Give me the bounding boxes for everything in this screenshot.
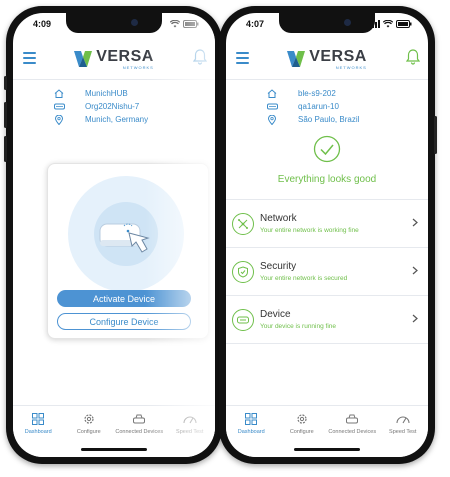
org-name: qa1arun-10 <box>298 102 339 111</box>
camera-icon <box>131 19 138 26</box>
location-row: Munich, Germany <box>13 113 215 126</box>
tab-dashboard[interactable]: Dashboard <box>226 412 277 457</box>
tab-dashboard-label: Dashboard <box>237 429 265 435</box>
power-button <box>434 116 437 154</box>
site-name-row: ble-s9-202 <box>226 87 428 100</box>
device-icon <box>237 316 249 323</box>
activation-card: Activate Device Configure Device <box>47 163 209 339</box>
battery-icon <box>396 20 412 28</box>
location-pin-icon <box>55 114 63 125</box>
network-title: Network <box>260 213 297 224</box>
notch <box>279 13 375 33</box>
status-time: 4:09 <box>33 19 52 29</box>
volume-down-button <box>4 136 7 162</box>
home-indicator[interactable] <box>294 448 360 451</box>
chevron-right-icon <box>412 314 418 323</box>
brand-sub: NETWORKS <box>122 64 154 70</box>
screen-left: 4:09 VERSA NETWORKS MunichHUB Org202Nish… <box>13 13 215 457</box>
gear-icon <box>84 414 94 424</box>
bell-icon[interactable] <box>193 49 207 65</box>
tab-configure-label: Configure <box>76 429 101 435</box>
chevron-right-icon <box>412 266 418 275</box>
org-row: Org202Nishu-7 <box>13 100 215 113</box>
camera-icon <box>344 19 351 26</box>
phone-left: 4:09 VERSA NETWORKS MunichHUB Org202Nish… <box>4 6 224 464</box>
status-list: Network Your entire network is working f… <box>226 199 428 344</box>
security-status-item[interactable]: Security Your entire network is secured <box>226 248 428 296</box>
router-icon <box>266 103 278 110</box>
dashboard-icon <box>245 413 258 425</box>
location: Munich, Germany <box>85 115 149 124</box>
tab-speed-test-label: Speed Test <box>389 429 417 435</box>
network-subtitle: Your entire network is working fine <box>260 227 359 234</box>
device-subtitle: Your device is running fine <box>260 323 337 330</box>
tab-dashboard-label: Dashboard <box>24 429 52 435</box>
site-name-row: MunichHUB <box>13 87 215 100</box>
org-row: qa1arun-10 <box>226 100 428 113</box>
site-name: MunichHUB <box>85 89 128 98</box>
speedometer-icon <box>183 416 197 424</box>
brand-sub: NETWORKS <box>335 64 367 70</box>
security-subtitle: Your entire network is secured <box>260 275 348 282</box>
home-icon <box>54 89 64 98</box>
bell-icon[interactable] <box>406 49 420 65</box>
tab-speed-test[interactable]: Speed Test <box>165 412 216 457</box>
tab-configure-label: Configure <box>289 429 314 435</box>
location: São Paulo, Brazil <box>298 115 360 124</box>
brand-name: VERSA <box>96 47 154 65</box>
screen-right: 4:07 VERSA NETWORKS ble-s9-202 qa1arun-1… <box>226 13 428 457</box>
check-circle-icon <box>313 135 341 163</box>
volume-up-button <box>4 102 7 128</box>
dashboard-icon <box>32 413 45 425</box>
app-header: VERSA NETWORKS <box>13 39 215 80</box>
speedometer-icon <box>396 416 410 424</box>
brand-name: VERSA <box>309 47 367 65</box>
tab-dashboard[interactable]: Dashboard <box>13 412 64 457</box>
hamburger-menu-icon[interactable] <box>236 52 249 64</box>
tab-connected-devices-label: Connected Devices <box>328 429 377 435</box>
org-name: Org202Nishu-7 <box>85 102 140 111</box>
mute-switch <box>4 76 7 90</box>
versa-v-logo-icon <box>74 51 93 67</box>
wifi-icon <box>170 20 180 28</box>
versa-logo: VERSA NETWORKS <box>287 47 367 70</box>
versa-v-logo-icon <box>287 51 306 67</box>
home-indicator[interactable] <box>81 448 147 451</box>
device-status-item[interactable]: Device Your device is running fine <box>226 296 428 344</box>
wifi-icon <box>383 20 393 28</box>
network-status-item[interactable]: Network Your entire network is working f… <box>226 200 428 248</box>
hamburger-menu-icon[interactable] <box>23 52 36 64</box>
phone-right: 4:07 VERSA NETWORKS ble-s9-202 qa1arun-1… <box>219 6 437 464</box>
home-icon <box>267 89 277 98</box>
network-icon <box>238 218 248 229</box>
devices-icon <box>346 414 359 424</box>
tab-speed-test[interactable]: Speed Test <box>378 412 429 457</box>
site-name: ble-s9-202 <box>298 89 336 98</box>
devices-icon <box>133 414 146 424</box>
notch <box>66 13 162 33</box>
health-message: Everything looks good <box>277 174 377 185</box>
location-row: São Paulo, Brazil <box>226 113 428 126</box>
status-time: 4:07 <box>246 19 265 29</box>
device-touch-icon <box>99 223 150 253</box>
router-icon <box>53 103 65 110</box>
versa-logo: VERSA NETWORKS <box>74 47 154 70</box>
site-info: MunichHUB Org202Nishu-7 Munich, Germany <box>13 87 215 126</box>
app-header: VERSA NETWORKS <box>226 39 428 80</box>
shield-icon <box>238 265 248 278</box>
gear-icon <box>297 414 307 424</box>
location-pin-icon <box>268 114 276 125</box>
tab-speed-test-label: Speed Test <box>176 429 204 435</box>
battery-icon <box>183 20 199 28</box>
site-info: ble-s9-202 qa1arun-10 São Paulo, Brazil <box>226 87 428 126</box>
tab-connected-devices-label: Connected Devices <box>115 429 164 435</box>
device-title: Device <box>260 309 291 320</box>
configure-device-button[interactable]: Configure Device <box>57 313 191 330</box>
chevron-right-icon <box>412 218 418 227</box>
security-title: Security <box>260 261 297 272</box>
activate-device-button[interactable]: Activate Device <box>57 290 191 307</box>
